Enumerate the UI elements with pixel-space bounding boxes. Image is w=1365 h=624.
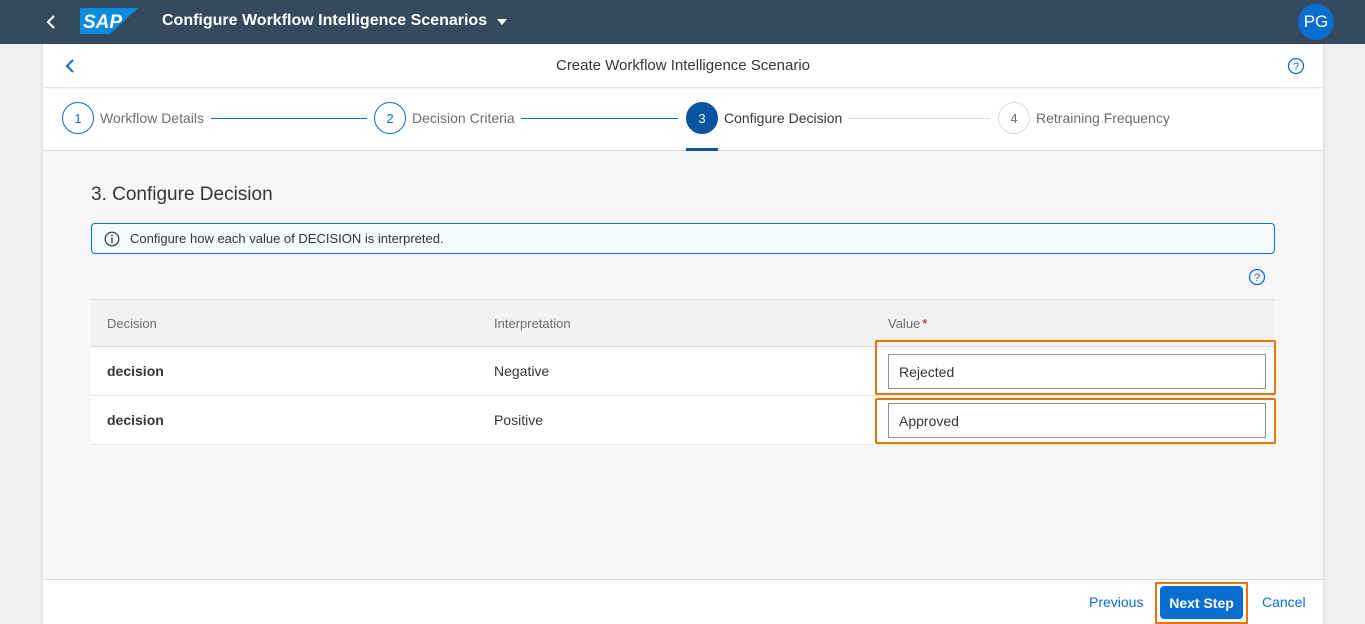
caret-down-icon <box>497 19 508 25</box>
previous-button[interactable]: Previous <box>1089 594 1143 610</box>
step-label: Decision Criteria <box>412 110 515 126</box>
info-icon <box>104 231 120 246</box>
step-number: 2 <box>374 102 406 134</box>
step-connector <box>521 118 678 119</box>
wizard-step-3[interactable]: 3 Configure Decision <box>686 102 842 134</box>
shell-title: Configure Workflow Intelligence Scenario… <box>162 12 488 29</box>
svg-text:?: ? <box>1254 272 1260 284</box>
dialog-header: Create Workflow Intelligence Scenario ? <box>43 44 1323 88</box>
table-header: Decision Interpretation Value * <box>91 299 1275 347</box>
back-icon <box>46 15 55 29</box>
help-icon[interactable]: ? <box>1287 57 1305 75</box>
decision-cell: decision <box>107 363 164 379</box>
info-text: Configure how each value of DECISION is … <box>130 231 444 246</box>
avatar[interactable]: PG <box>1298 4 1334 40</box>
interpretation-cell: Negative <box>494 363 550 379</box>
value-input-negative[interactable] <box>888 354 1266 389</box>
wizard-progress: 1 Workflow Details 2 Decision Criteria 3… <box>43 89 1323 151</box>
step-number: 1 <box>62 102 94 134</box>
shell-back-button[interactable] <box>38 9 64 35</box>
decision-cell: decision <box>107 412 164 428</box>
step-number: 4 <box>998 102 1030 134</box>
svg-text:?: ? <box>1293 61 1299 73</box>
next-step-button[interactable]: Next Step <box>1160 586 1243 619</box>
interpretation-cell: Positive <box>494 412 544 428</box>
step-label: Retraining Frequency <box>1036 110 1170 126</box>
sap-logo[interactable]: SAP <box>80 8 138 34</box>
step-label: Workflow Details <box>100 110 204 126</box>
wizard-page: Create Workflow Intelligence Scenario ? … <box>43 44 1323 624</box>
required-mark: * <box>922 315 928 331</box>
value-input-positive[interactable] <box>888 403 1266 438</box>
wizard-step-2[interactable]: 2 Decision Criteria <box>374 102 515 134</box>
active-step-indicator <box>686 148 718 151</box>
cancel-button[interactable]: Cancel <box>1262 594 1306 610</box>
section-title: 3. Configure Decision <box>91 184 273 205</box>
step-connector <box>211 118 367 119</box>
column-header-interpretation: Interpretation <box>494 315 571 331</box>
sap-logo-text: SAP <box>83 12 122 33</box>
column-header-value: Value * <box>888 300 927 346</box>
step-connector <box>848 118 990 119</box>
wizard-step-1[interactable]: 1 Workflow Details <box>62 102 204 134</box>
page-title: Create Workflow Intelligence Scenario <box>555 57 810 74</box>
shell-bar: SAP Configure Workflow Intelligence Scen… <box>0 0 1365 44</box>
help-icon[interactable]: ? <box>1248 268 1266 286</box>
footer-toolbar: Previous Next Step Cancel <box>43 579 1323 624</box>
info-message-strip: Configure how each value of DECISION is … <box>91 223 1275 254</box>
step-number: 3 <box>686 102 718 134</box>
value-header-label: Value <box>888 315 921 331</box>
wizard-step-4: 4 Retraining Frequency <box>998 102 1170 134</box>
step-label: Configure Decision <box>724 110 843 126</box>
column-header-decision: Decision <box>107 315 157 331</box>
shell-title-menu[interactable]: Configure Workflow Intelligence Scenario… <box>162 12 508 30</box>
